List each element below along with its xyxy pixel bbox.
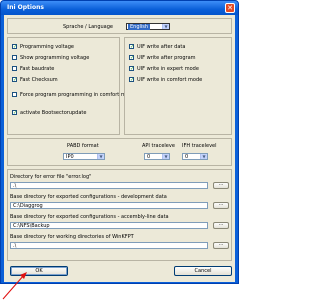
- working-dir-value: .\: [13, 243, 17, 249]
- checkbox-fast-baudrate[interactable]: [12, 66, 17, 71]
- pabd-format-label: PABD format: [67, 143, 99, 149]
- checkbox-programming-voltage[interactable]: ✓: [12, 44, 17, 50]
- ini-options-window: Ini Options ✕ Sprache / Language English…: [0, 0, 239, 284]
- options-group-left: ✓ Programming voltage Show programming v…: [7, 37, 135, 135]
- option-label: UIF write after data: [137, 44, 186, 50]
- pabd-format-select[interactable]: IP0 ▼: [63, 153, 105, 160]
- title-bar[interactable]: Ini Options ✕: [1, 1, 238, 15]
- dev-data-dir-browse-button[interactable]: ...: [213, 202, 229, 209]
- checkbox-show-programming-voltage[interactable]: [12, 55, 17, 60]
- red-arrow-icon: [2, 272, 27, 300]
- checkbox-fast-checksum[interactable]: ✓: [12, 77, 17, 83]
- pabd-format-value: IP0: [66, 154, 74, 160]
- checkbox-uif-after-program[interactable]: ✓: [129, 55, 134, 61]
- checkbox-uif-comfort-mode[interactable]: ✓: [129, 77, 134, 83]
- checkbox-force-program-comfort[interactable]: [12, 92, 17, 97]
- checkbox-activate-bootsectorupdate[interactable]: ✓: [12, 110, 17, 116]
- ifh-tracelevel-value: 0: [185, 154, 189, 160]
- option-label: Force program programming in comfort mod…: [20, 92, 136, 98]
- language-select[interactable]: English ▼: [126, 23, 170, 30]
- api-tracelevel-label: API traceleve: [142, 143, 175, 149]
- directories-group: Directory for error file "error.log" .\ …: [7, 169, 232, 261]
- assembly-data-dir-label: Base directory for exported configuratio…: [10, 214, 169, 220]
- option-label: Fast baudrate: [20, 66, 55, 72]
- assembly-data-dir-browse-button[interactable]: ...: [213, 222, 229, 229]
- option-label: UIF write in expert mode: [137, 66, 199, 72]
- dev-data-dir-label: Base directory for exported configuratio…: [10, 194, 167, 200]
- error-dir-input[interactable]: .\: [10, 182, 208, 189]
- dialog-client-area: Sprache / Language English ▼ ✓ Programmi…: [4, 15, 235, 282]
- assembly-data-dir-value: C:\NFS\Backup: [13, 223, 50, 229]
- working-dir-browse-button[interactable]: ...: [213, 242, 229, 249]
- api-tracelevel-value: 0: [147, 154, 151, 160]
- checkbox-uif-expert-mode[interactable]: ✓: [129, 66, 134, 72]
- language-select-value: English: [128, 24, 151, 30]
- option-label: Fast Checksum: [20, 77, 58, 83]
- api-tracelevel-select[interactable]: 0 ▼: [144, 153, 170, 160]
- close-button[interactable]: ✕: [225, 3, 235, 13]
- chevron-down-icon[interactable]: ▼: [200, 154, 207, 159]
- option-label: activate Bootsectorupdate: [20, 110, 87, 116]
- error-dir-value: .\: [13, 183, 17, 189]
- dev-data-dir-value: C:\Diaggrog: [13, 203, 43, 209]
- dev-data-dir-input[interactable]: C:\Diaggrog: [10, 202, 208, 209]
- option-label: UIF write in comfort mode: [137, 77, 203, 83]
- checkbox-uif-after-data[interactable]: ✓: [129, 44, 134, 50]
- option-label: Programming voltage: [20, 44, 74, 50]
- trace-format-group: PABD format API traceleve IFH tracelevel…: [7, 138, 232, 166]
- chevron-down-icon[interactable]: ▼: [162, 154, 169, 159]
- window-title: Ini Options: [7, 4, 44, 11]
- language-label: Sprache / Language: [63, 24, 113, 30]
- working-dir-label: Base directory for working directories o…: [10, 234, 134, 240]
- language-group: Sprache / Language English ▼: [7, 18, 232, 34]
- chevron-down-icon[interactable]: ▼: [97, 154, 104, 159]
- error-dir-label: Directory for error file "error.log": [10, 174, 92, 180]
- option-label: UIF write after program: [137, 55, 196, 61]
- option-label: Show programming voltage: [20, 55, 90, 61]
- ifh-tracelevel-label: IFH tracelevel: [182, 143, 217, 149]
- chevron-down-icon[interactable]: ▼: [162, 24, 169, 29]
- ifh-tracelevel-select[interactable]: 0 ▼: [182, 153, 208, 160]
- options-group-right: ✓ UIF write after data ✓ UIF write after…: [124, 37, 232, 135]
- working-dir-input[interactable]: .\: [10, 242, 208, 249]
- error-dir-browse-button[interactable]: ...: [213, 182, 229, 189]
- assembly-data-dir-input[interactable]: C:\NFS\Backup: [10, 222, 208, 229]
- cancel-button[interactable]: Cancel: [174, 266, 232, 276]
